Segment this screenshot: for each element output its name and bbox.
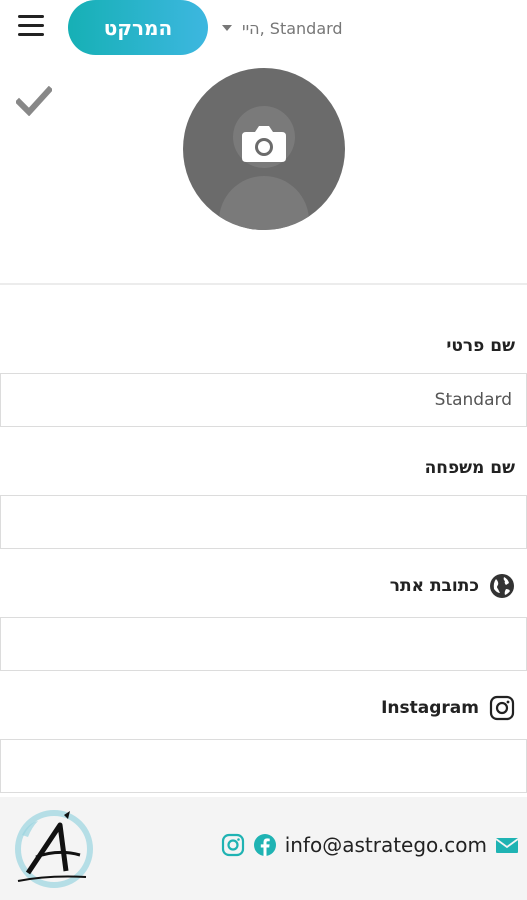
last-name-input[interactable] [0,495,527,549]
first-name-label: שם פרטי [446,336,515,356]
instagram-label: Instagram [381,695,515,721]
profile-avatar[interactable] [183,68,345,230]
footer: info@astratego.com [0,797,527,900]
camera-icon [242,126,286,162]
check-icon[interactable] [16,86,52,116]
avatar-body-shape [219,176,309,230]
user-greeting: היי, Standard [242,18,343,38]
first-name-label-text: שם פרטי [446,336,515,356]
instagram-label-text: Instagram [381,698,479,718]
contact-bar: info@astratego.com [221,833,519,857]
last-name-label: שם משפחה [425,458,515,478]
caret-down-icon [222,25,232,31]
instagram-icon[interactable] [221,833,245,857]
website-label-text: כתובת אתר [389,576,479,596]
envelope-icon[interactable] [495,833,519,857]
instagram-input[interactable] [0,739,527,793]
first-name-input[interactable] [0,373,527,427]
market-button[interactable]: המרקט [68,0,208,55]
globe-icon [490,574,514,598]
user-dropdown[interactable]: היי, Standard [222,14,343,42]
facebook-icon[interactable] [253,833,277,857]
hamburger-menu-icon[interactable] [18,15,44,37]
top-bar: המרקט היי, Standard [0,0,527,56]
section-divider [0,283,527,285]
website-label: כתובת אתר [390,573,515,599]
astratego-logo[interactable] [8,805,100,889]
contact-email[interactable]: info@astratego.com [285,833,487,857]
website-input[interactable] [0,617,527,671]
last-name-label-text: שם משפחה [424,458,515,478]
instagram-icon [489,695,515,721]
